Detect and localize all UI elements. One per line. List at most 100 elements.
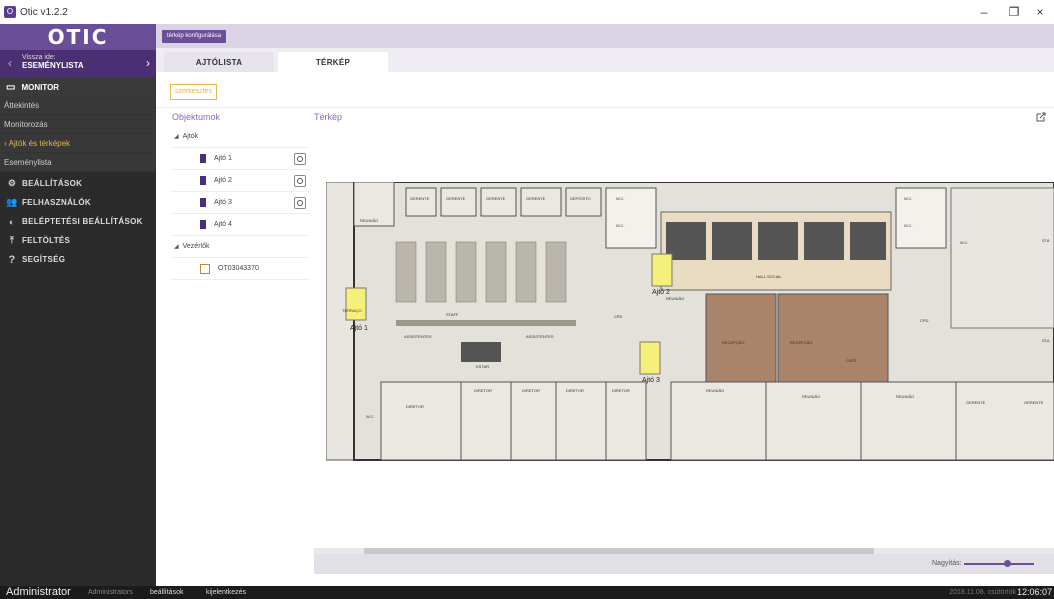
chevron-right-icon: › bbox=[146, 56, 150, 70]
elevator-4 bbox=[804, 222, 844, 260]
app-window: O Otic v1.2.2 – ❐ × OTIC ‹ Vissza ide: E… bbox=[0, 0, 1054, 599]
svg-text:GERENTE: GERENTE bbox=[486, 196, 506, 201]
door-marker-3[interactable]: Ajtó 3 bbox=[639, 341, 661, 384]
sidebar-item-users[interactable]: 👥 FELHASZNÁLÓK bbox=[0, 193, 156, 212]
svg-text:HALL SOCIAL: HALL SOCIAL bbox=[756, 274, 782, 279]
external-link-icon[interactable] bbox=[1036, 112, 1046, 122]
svg-text:REUNIÃO: REUNIÃO bbox=[896, 394, 914, 399]
sidebar-item-monitoring[interactable]: Monitorozás bbox=[0, 115, 156, 134]
header-strip: térkép konfigurálása bbox=[156, 24, 1054, 48]
svg-text:DEPÓSITO: DEPÓSITO bbox=[570, 196, 591, 201]
fingerprint-icon[interactable] bbox=[294, 174, 306, 187]
tree-item-label: Ajtó 3 bbox=[214, 199, 232, 206]
svg-text:GERENTE: GERENTE bbox=[1024, 400, 1044, 405]
sidebar-item-doors-maps[interactable]: › Ajtók és térképek bbox=[0, 134, 156, 153]
door-icon bbox=[200, 176, 206, 185]
tree-group-doors[interactable]: ◢ Ajtók bbox=[170, 126, 310, 148]
sidebar-item-label: BEÁLLÍTÁSOK bbox=[22, 179, 83, 188]
svg-text:TERRAÇO: TERRAÇO bbox=[342, 308, 362, 313]
svg-text:GERENTE: GERENTE bbox=[966, 400, 986, 405]
sidebar-item-overview[interactable]: Áttekintés bbox=[0, 96, 156, 115]
svg-text:REUNIÃO: REUNIÃO bbox=[802, 394, 820, 399]
door-icon bbox=[200, 154, 206, 163]
tree-item-door-2[interactable]: Ajtó 2 bbox=[170, 170, 310, 192]
zoom-slider-handle[interactable] bbox=[1004, 560, 1011, 567]
staff-desk-row bbox=[396, 320, 576, 326]
door-icon bbox=[200, 220, 206, 229]
tree-group-controllers[interactable]: ◢ Vezérlők bbox=[170, 236, 310, 258]
help-icon: ? bbox=[8, 253, 16, 266]
svg-text:STAFF: STAFF bbox=[446, 312, 459, 317]
chevron-right-icon: › bbox=[4, 138, 7, 148]
sidebar-item-help[interactable]: ? SEGÍTSÉG bbox=[0, 250, 156, 269]
svg-text:W.C.: W.C. bbox=[616, 223, 625, 228]
controller-icon bbox=[200, 263, 210, 274]
sidebar-item-label: FELTÖLTÉS bbox=[22, 236, 71, 245]
storage-room bbox=[565, 187, 602, 217]
svg-text:STA: STA bbox=[1042, 338, 1050, 343]
close-button[interactable]: × bbox=[1022, 0, 1054, 24]
director-offices bbox=[380, 381, 1054, 461]
svg-text:REUNIÃO: REUNIÃO bbox=[706, 388, 724, 393]
chevron-left-icon: ‹ bbox=[8, 56, 12, 70]
object-tree: ◢ Ajtók Ajtó 1 Ajtó 2 Ajtó 3 Ajtó 4 ◢ Ve… bbox=[170, 126, 310, 280]
status-time: 12:06:07 bbox=[1016, 587, 1052, 597]
sidebar-item-label: BELÉPTETÉSI BEÁLLÍTÁSOK bbox=[22, 217, 143, 226]
office-manager-1 bbox=[405, 187, 437, 217]
settings-link[interactable]: beállítások bbox=[150, 586, 183, 599]
reception-left bbox=[705, 293, 777, 385]
elevator-2 bbox=[712, 222, 752, 260]
tab-map[interactable]: TÉRKÉP bbox=[278, 52, 388, 72]
tree-item-door-1[interactable]: Ajtó 1 bbox=[170, 148, 310, 170]
tree-item-door-4[interactable]: Ajtó 4 bbox=[170, 214, 310, 236]
status-bar: Administrator Administrators beállítások… bbox=[0, 586, 1054, 599]
sidebar-item-label: Ajtók és térképek bbox=[8, 138, 71, 148]
reception-right bbox=[777, 293, 889, 385]
back-to-eventlist[interactable]: ‹ Vissza ide: ESEMÉNYLISTA › bbox=[0, 50, 156, 78]
door-marker-2[interactable]: Ajtó 2 bbox=[651, 253, 673, 296]
svg-text:CPD: CPD bbox=[614, 314, 623, 319]
door-label-1: Ajtó 1 bbox=[350, 325, 368, 332]
svg-text:GERENTE: GERENTE bbox=[446, 196, 466, 201]
fingerprint-icon[interactable] bbox=[294, 196, 306, 209]
title-bar: O Otic v1.2.2 – ❐ × bbox=[0, 0, 1054, 24]
section-monitor[interactable]: ▭ MONITOR bbox=[0, 78, 156, 96]
svg-text:DIRETOR: DIRETOR bbox=[474, 388, 492, 393]
fingerprint-icon[interactable] bbox=[294, 152, 306, 165]
svg-text:DIRETOR: DIRETOR bbox=[612, 388, 630, 393]
lounge-seating bbox=[461, 342, 501, 362]
configure-map-button[interactable]: térkép konfigurálása bbox=[162, 30, 227, 43]
tree-item-controller[interactable]: OT03043370 bbox=[170, 258, 310, 280]
window-title: Otic v1.2.2 bbox=[20, 6, 68, 18]
users-icon: 👥 bbox=[6, 197, 18, 207]
zoom-label: Nagyítás: bbox=[932, 560, 962, 567]
monitor-icon: ▭ bbox=[6, 81, 16, 93]
svg-text:CPD: CPD bbox=[920, 318, 929, 323]
zoom-bar: Nagyítás: bbox=[314, 554, 1054, 574]
logout-link[interactable]: kijelentkezés bbox=[206, 586, 246, 599]
svg-text:GERENTE: GERENTE bbox=[410, 196, 430, 201]
sidebar-item-access-settings[interactable]: ◐ BELÉPTETÉSI BEÁLLÍTÁSOK bbox=[0, 212, 156, 231]
tree-item-door-3[interactable]: Ajtó 3 bbox=[170, 192, 310, 214]
section-monitor-label: MONITOR bbox=[21, 82, 60, 92]
edit-button[interactable]: szerkesztés bbox=[170, 84, 217, 100]
tab-doorlist[interactable]: AJTÓLISTA bbox=[164, 52, 274, 72]
svg-text:ESTAR: ESTAR bbox=[476, 364, 489, 369]
sidebar-item-settings[interactable]: ⚙ BEÁLLÍTÁSOK bbox=[0, 174, 156, 193]
toolbar: szerkesztés bbox=[156, 72, 1054, 108]
sidebar-item-eventlist[interactable]: Eseménylista bbox=[0, 153, 156, 172]
svg-text:W.C.: W.C. bbox=[904, 223, 913, 228]
door-label-2: Ajtó 2 bbox=[652, 289, 670, 296]
svg-text:DIRETOR: DIRETOR bbox=[522, 388, 540, 393]
door-icon bbox=[200, 198, 206, 207]
sidebar-item-upload[interactable]: ⤒ FELTÖLTÉS bbox=[0, 231, 156, 250]
access-icon: ◐ bbox=[9, 216, 15, 227]
upload-icon: ⤒ bbox=[9, 235, 15, 245]
objects-heading: Objektumok bbox=[172, 112, 221, 122]
office-manager-3 bbox=[480, 187, 517, 217]
user-role: Administrators bbox=[88, 589, 133, 596]
svg-text:W.C.: W.C. bbox=[960, 240, 969, 245]
zoom-slider-track[interactable] bbox=[964, 563, 1034, 565]
floor-plan-map[interactable]: Ajtó 1 Ajtó 2 Ajtó 3 REUNIÃO GERENTE GER… bbox=[326, 182, 1054, 534]
logo-text: OTIC bbox=[47, 25, 109, 49]
